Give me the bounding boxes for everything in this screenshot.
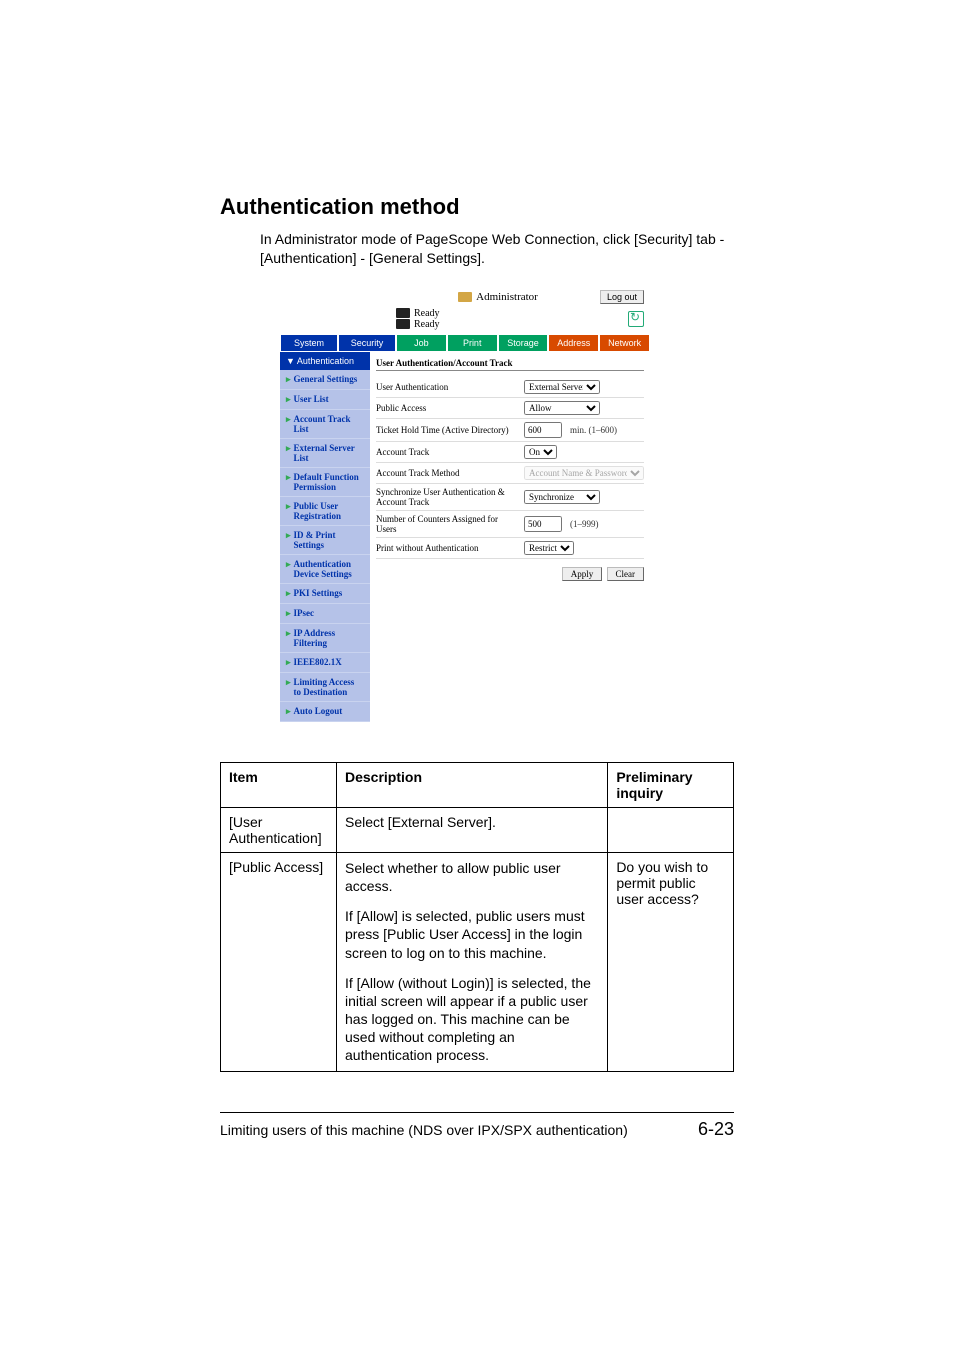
- ticket-input[interactable]: [524, 422, 562, 438]
- table-cell: [User Authentication]: [221, 807, 337, 852]
- tab-job[interactable]: Job: [396, 334, 447, 352]
- section-heading: Authentication method: [220, 194, 734, 220]
- sidebar-item[interactable]: ▸Public User Registration: [280, 497, 370, 526]
- pwa-select[interactable]: Restrict: [524, 541, 574, 555]
- public-access-select[interactable]: Allow: [524, 401, 600, 415]
- tab-print[interactable]: Print: [447, 334, 498, 352]
- th-item: Item: [221, 762, 337, 807]
- panel-title: User Authentication/Account Track: [376, 358, 644, 371]
- tab-storage[interactable]: Storage: [498, 334, 549, 352]
- th-inquiry: Preliminary inquiry: [608, 762, 734, 807]
- sidebar-item[interactable]: ▸User List: [280, 390, 370, 410]
- sidebar-item[interactable]: ▸Account Track List: [280, 410, 370, 439]
- range-text: (1–999): [570, 519, 599, 529]
- row-label: Print without Authentication: [376, 543, 520, 553]
- row-label: Ticket Hold Time (Active Directory): [376, 425, 520, 435]
- sidebar-item[interactable]: ▸IEEE802.1X: [280, 653, 370, 673]
- refresh-icon[interactable]: [628, 311, 644, 327]
- sidebar-item[interactable]: ▸PKI Settings: [280, 584, 370, 604]
- sidebar-item[interactable]: ▸IP Address Filtering: [280, 624, 370, 653]
- table-cell: Select whether to allow public user acce…: [337, 852, 608, 1071]
- range-text: min. (1–600): [570, 425, 617, 435]
- sidebar-item[interactable]: ▸Default Function Permission: [280, 468, 370, 497]
- sidebar-item[interactable]: ▸Auto Logout: [280, 702, 370, 722]
- tab-address[interactable]: Address: [548, 334, 599, 352]
- sidebar-item[interactable]: ▸IPsec: [280, 604, 370, 624]
- logout-button[interactable]: Log out: [600, 290, 644, 304]
- sidebar-item[interactable]: ▸External Server List: [280, 439, 370, 468]
- sidebar-item[interactable]: ▸Limiting Access to Destination: [280, 673, 370, 702]
- table-cell: Select [External Server].: [337, 807, 608, 852]
- account-track-select[interactable]: On: [524, 445, 557, 459]
- tab-system[interactable]: System: [280, 334, 338, 352]
- intro-text: In Administrator mode of PageScope Web C…: [260, 230, 734, 268]
- sync-select[interactable]: Synchronize: [524, 490, 600, 504]
- footer-rule: [220, 1112, 734, 1113]
- row-label: Account Track: [376, 447, 520, 457]
- printer-icon: [396, 308, 410, 318]
- tab-network[interactable]: Network: [599, 334, 650, 352]
- table-cell: [608, 807, 734, 852]
- row-label: Synchronize User Authentication & Accoun…: [376, 487, 520, 507]
- admin-icon: [458, 292, 472, 302]
- footer-text: Limiting users of this machine (NDS over…: [220, 1122, 628, 1138]
- apply-button[interactable]: Apply: [562, 567, 603, 581]
- sidebar-item[interactable]: ▸ID & Print Settings: [280, 526, 370, 555]
- tab-security[interactable]: Security: [338, 334, 396, 352]
- admin-label: Administrator: [476, 291, 538, 303]
- sidebar-item[interactable]: ▸Authentication Device Settings: [280, 555, 370, 584]
- table-cell: [Public Access]: [221, 852, 337, 1071]
- table-cell: Do you wish to permit public user access…: [608, 852, 734, 1071]
- page-number: 6-23: [698, 1119, 734, 1140]
- account-track-method-select[interactable]: Account Name & Password: [524, 466, 644, 480]
- printer-icon: [396, 319, 410, 329]
- sidebar: ▼ Authentication ▸General Settings ▸User…: [280, 352, 370, 722]
- row-label: Account Track Method: [376, 468, 520, 478]
- status-ready-1: Ready: [414, 308, 440, 319]
- row-label: Number of Counters Assigned for Users: [376, 514, 520, 534]
- parameter-table: Item Description Preliminary inquiry [Us…: [220, 762, 734, 1072]
- row-label: User Authentication: [376, 382, 520, 392]
- sidebar-item[interactable]: ▸General Settings: [280, 370, 370, 390]
- clear-button[interactable]: Clear: [607, 567, 645, 581]
- counters-input[interactable]: [524, 516, 562, 532]
- th-description: Description: [337, 762, 608, 807]
- row-label: Public Access: [376, 403, 520, 413]
- status-ready-2: Ready: [414, 319, 440, 330]
- sidebar-header: ▼ Authentication: [280, 352, 370, 370]
- user-auth-select[interactable]: External Server: [524, 380, 600, 394]
- embedded-screenshot: Administrator Log out Ready Ready System…: [280, 288, 650, 722]
